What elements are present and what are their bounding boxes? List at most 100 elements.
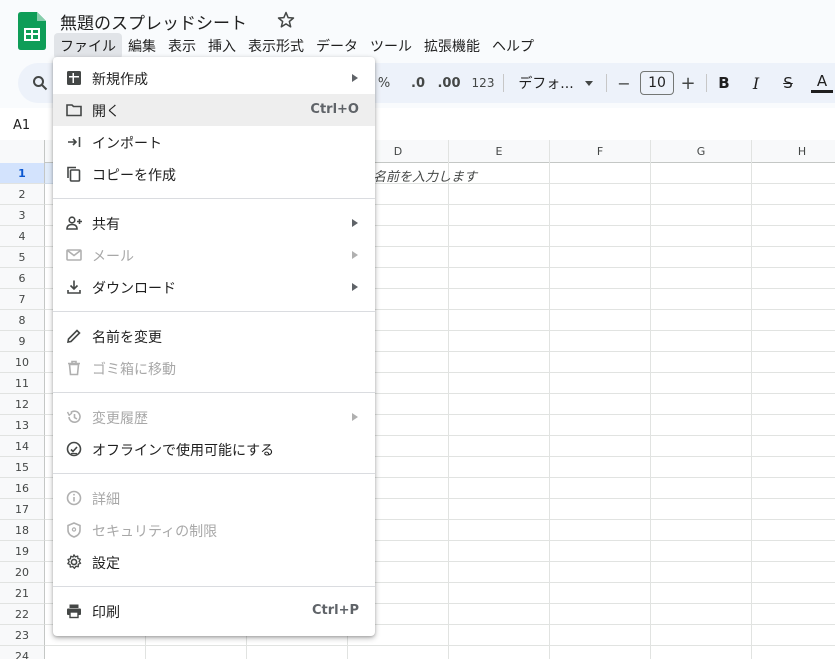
- file-menu-item-label: 共有: [92, 217, 120, 233]
- row-header[interactable]: 8: [0, 310, 45, 331]
- row-header[interactable]: 14: [0, 436, 45, 457]
- menu-help[interactable]: ヘルプ: [486, 33, 540, 59]
- row-header[interactable]: 13: [0, 415, 45, 436]
- bold-button[interactable]: B: [716, 63, 732, 103]
- cell-hint-text: に名前を入力します: [360, 170, 478, 185]
- menu-separator: [53, 384, 375, 401]
- menu-separator: [53, 190, 375, 207]
- text-color-swatch: [811, 90, 833, 93]
- mail-icon: [66, 249, 82, 261]
- row-header[interactable]: 1: [0, 163, 45, 184]
- file-menu-item-label: 変更履歴: [92, 411, 148, 427]
- menu-data[interactable]: データ: [310, 33, 364, 59]
- history-icon: [66, 410, 81, 423]
- file-menu-item[interactable]: 設定: [53, 546, 375, 578]
- row-header[interactable]: 22: [0, 604, 45, 625]
- menu-insert[interactable]: 挿入: [202, 33, 242, 59]
- toolbar-separator: [503, 74, 504, 92]
- menu-file[interactable]: ファイル: [54, 33, 122, 59]
- row-header[interactable]: 19: [0, 541, 45, 562]
- menu-extensions[interactable]: 拡張機能: [418, 33, 486, 59]
- percent-format-button[interactable]: %: [374, 63, 394, 103]
- sheets-logo-icon[interactable]: [18, 12, 46, 50]
- file-menu-item-label: ダウンロード: [92, 281, 176, 297]
- row-header[interactable]: 6: [0, 268, 45, 289]
- file-menu-item[interactable]: インポート: [53, 126, 375, 158]
- printer-icon: [67, 604, 81, 619]
- offline-check-icon: [66, 441, 82, 457]
- keyboard-shortcut: Ctrl+P: [311, 603, 359, 618]
- column-gridline: [751, 163, 752, 659]
- file-menu-item[interactable]: コピーを作成: [53, 158, 375, 190]
- font-family-select[interactable]: デフォ...: [516, 63, 576, 103]
- row-header[interactable]: 23: [0, 625, 45, 646]
- column-header-g[interactable]: G: [651, 140, 752, 163]
- column-header-f[interactable]: F: [550, 140, 651, 163]
- security-shield-icon: [67, 522, 81, 538]
- text-color-label: A: [816, 72, 828, 90]
- row-header[interactable]: 10: [0, 352, 45, 373]
- row-header[interactable]: 16: [0, 478, 45, 499]
- menu-separator: [53, 465, 375, 482]
- document-title[interactable]: 無題のスプレッドシート: [60, 9, 247, 34]
- column-header-h[interactable]: H: [752, 140, 835, 163]
- increase-font-size-button[interactable]: +: [680, 63, 696, 103]
- name-box[interactable]: A1: [13, 118, 30, 133]
- toolbar-separator: [606, 74, 607, 92]
- decrease-decimal-button[interactable]: .0: [406, 63, 430, 103]
- menu-separator: [53, 578, 375, 595]
- row-header[interactable]: 24: [0, 646, 45, 659]
- file-menu-item[interactable]: ダウンロード: [53, 271, 375, 303]
- file-menu-item-label: メール: [92, 249, 134, 265]
- row-header[interactable]: 18: [0, 520, 45, 541]
- row-header[interactable]: 4: [0, 226, 45, 247]
- file-menu-item: セキュリティの制限: [53, 514, 375, 546]
- row-header[interactable]: 5: [0, 247, 45, 268]
- row-header[interactable]: 17: [0, 499, 45, 520]
- search-icon[interactable]: [32, 75, 48, 91]
- strikethrough-button[interactable]: S: [780, 63, 796, 103]
- submenu-arrow-icon: [352, 283, 358, 291]
- new-sheet-icon: [67, 71, 81, 85]
- decrease-font-size-button[interactable]: −: [616, 63, 632, 103]
- menu-view[interactable]: 表示: [162, 33, 202, 59]
- file-menu-item[interactable]: オフラインで使用可能にする: [53, 433, 375, 465]
- italic-button[interactable]: I: [748, 63, 764, 103]
- person-add-icon: [66, 216, 82, 230]
- file-menu-item-label: 新規作成: [92, 72, 148, 88]
- row-header[interactable]: 21: [0, 583, 45, 604]
- file-menu-item[interactable]: 新規作成: [53, 62, 375, 94]
- row-header[interactable]: 20: [0, 562, 45, 583]
- file-menu-item[interactable]: 開く Ctrl+O: [53, 94, 375, 126]
- chevron-down-icon[interactable]: [582, 63, 596, 103]
- menu-edit[interactable]: 編集: [122, 33, 162, 59]
- number-format-button[interactable]: 123: [470, 63, 496, 103]
- row-header[interactable]: 2: [0, 184, 45, 205]
- column-header-e[interactable]: E: [449, 140, 550, 163]
- column-gridline: [650, 163, 651, 659]
- menu-format[interactable]: 表示形式: [242, 33, 310, 59]
- select-all-corner[interactable]: [0, 140, 45, 163]
- file-menu-item-label: 名前を変更: [92, 330, 162, 346]
- file-menu-item-label: 開く: [92, 104, 120, 120]
- row-header[interactable]: 12: [0, 394, 45, 415]
- row-header[interactable]: 7: [0, 289, 45, 310]
- menu-tools[interactable]: ツール: [364, 33, 418, 59]
- row-header[interactable]: 11: [0, 373, 45, 394]
- submenu-arrow-icon: [352, 219, 358, 227]
- keyboard-shortcut: Ctrl+O: [310, 102, 359, 117]
- text-color-button[interactable]: A: [811, 63, 833, 103]
- increase-decimal-button[interactable]: .00: [436, 63, 462, 103]
- file-menu-item[interactable]: 名前を変更: [53, 320, 375, 352]
- file-menu-item[interactable]: 印刷 Ctrl+P: [53, 595, 375, 627]
- pencil-icon: [67, 329, 81, 343]
- file-menu-item-label: 印刷: [92, 605, 120, 621]
- row-header[interactable]: 15: [0, 457, 45, 478]
- row-header[interactable]: 9: [0, 331, 45, 352]
- file-menu-item[interactable]: 共有: [53, 207, 375, 239]
- row-header[interactable]: 3: [0, 205, 45, 226]
- star-icon[interactable]: [276, 10, 296, 30]
- font-size-input[interactable]: 10: [640, 71, 674, 95]
- submenu-arrow-icon: [352, 413, 358, 421]
- file-menu-item-label: オフラインで使用可能にする: [92, 443, 275, 459]
